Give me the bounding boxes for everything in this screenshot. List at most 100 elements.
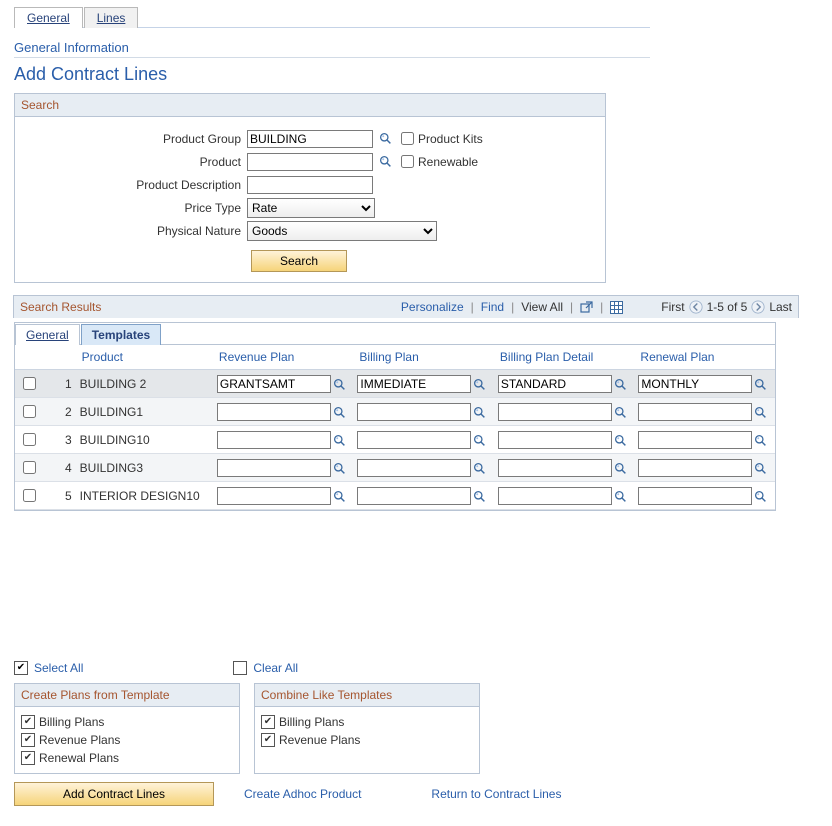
product-description-input[interactable]: [247, 176, 373, 194]
col-revenue-plan[interactable]: Revenue Plan: [213, 345, 354, 370]
row-checkbox[interactable]: [23, 405, 36, 418]
col-product[interactable]: Product: [76, 345, 213, 370]
combine-revenue-checkbox[interactable]: ✔: [261, 733, 275, 747]
billing-plan-detail-input[interactable]: [498, 459, 612, 477]
magnifier-icon[interactable]: [754, 406, 767, 419]
billing-plan-detail-input[interactable]: [498, 375, 612, 393]
table-row: 5INTERIOR DESIGN10: [15, 482, 775, 510]
revenue-plan-input[interactable]: [217, 431, 331, 449]
add-contract-lines-button[interactable]: Add Contract Lines: [14, 782, 214, 806]
magnifier-icon[interactable]: [379, 155, 392, 168]
billing-plan-input[interactable]: [357, 487, 471, 505]
renewable-checkbox[interactable]: [401, 155, 414, 168]
col-billing-plan[interactable]: Billing Plan: [353, 345, 494, 370]
renewal-plans-label: Renewal Plans: [39, 751, 119, 765]
magnifier-icon[interactable]: [473, 462, 486, 475]
magnifier-icon[interactable]: [333, 378, 346, 391]
magnifier-icon[interactable]: [614, 434, 627, 447]
row-number: 3: [46, 426, 76, 454]
billing-plans-label: Billing Plans: [39, 715, 104, 729]
find-link[interactable]: Find: [481, 300, 504, 314]
magnifier-icon[interactable]: [754, 378, 767, 391]
search-button[interactable]: Search: [251, 250, 347, 272]
results-sub-tabs: General Templates: [15, 323, 775, 345]
col-billing-plan-detail[interactable]: Billing Plan Detail: [494, 345, 635, 370]
billing-plan-input[interactable]: [357, 459, 471, 477]
personalize-link[interactable]: Personalize: [401, 300, 464, 314]
tab-general[interactable]: General: [14, 7, 83, 28]
billing-plan-detail-input[interactable]: [498, 487, 612, 505]
magnifier-icon[interactable]: [473, 378, 486, 391]
physical-nature-label: Physical Nature: [15, 224, 247, 238]
pager-last[interactable]: Last: [769, 300, 792, 314]
revenue-plan-input[interactable]: [217, 375, 331, 393]
results-header-bar: Search Results Personalize | Find | View…: [13, 295, 799, 318]
magnifier-icon[interactable]: [379, 132, 392, 145]
magnifier-icon[interactable]: [614, 490, 627, 503]
section-title: General Information: [14, 40, 832, 55]
create-adhoc-link[interactable]: Create Adhoc Product: [244, 787, 361, 801]
renewal-plan-input[interactable]: [638, 487, 752, 505]
tab-lines[interactable]: Lines: [84, 7, 139, 28]
revenue-plans-checkbox[interactable]: ✔: [21, 733, 35, 747]
renewal-plan-input[interactable]: [638, 403, 752, 421]
magnifier-icon[interactable]: [333, 490, 346, 503]
physical-nature-select[interactable]: Goods: [247, 221, 437, 241]
subtab-templates[interactable]: Templates: [81, 324, 161, 345]
renewal-plan-input[interactable]: [638, 459, 752, 477]
combine-billing-checkbox[interactable]: ✔: [261, 715, 275, 729]
renewal-plans-checkbox[interactable]: ✔: [21, 751, 35, 765]
billing-plan-input[interactable]: [357, 403, 471, 421]
grid-icon[interactable]: [610, 301, 623, 314]
clear-all-link[interactable]: Clear All: [233, 661, 298, 675]
renewal-plan-input[interactable]: [638, 431, 752, 449]
magnifier-icon[interactable]: [754, 434, 767, 447]
revenue-plan-input[interactable]: [217, 487, 331, 505]
product-group-input[interactable]: [247, 130, 373, 148]
pager-first[interactable]: First: [661, 300, 684, 314]
magnifier-icon[interactable]: [473, 406, 486, 419]
row-checkbox[interactable]: [23, 489, 36, 502]
magnifier-icon[interactable]: [614, 378, 627, 391]
row-checkbox[interactable]: [23, 377, 36, 390]
magnifier-icon[interactable]: [754, 490, 767, 503]
magnifier-icon[interactable]: [614, 462, 627, 475]
magnifier-icon[interactable]: [473, 434, 486, 447]
product-input[interactable]: [247, 153, 373, 171]
row-checkbox[interactable]: [23, 433, 36, 446]
magnifier-icon[interactable]: [614, 406, 627, 419]
col-renewal-plan[interactable]: Renewal Plan: [634, 345, 775, 370]
pager-prev-icon[interactable]: [689, 300, 703, 314]
price-type-select[interactable]: Rate: [247, 198, 375, 218]
row-product: BUILDING 2: [76, 370, 213, 398]
magnifier-icon[interactable]: [473, 490, 486, 503]
popout-icon[interactable]: [580, 301, 593, 314]
results-group: General Templates Product Revenue Plan B…: [14, 322, 776, 511]
revenue-plan-input[interactable]: [217, 403, 331, 421]
pager-next-icon[interactable]: [751, 300, 765, 314]
return-link[interactable]: Return to Contract Lines: [431, 787, 561, 801]
magnifier-icon[interactable]: [333, 434, 346, 447]
select-all-link[interactable]: ✔ Select All: [14, 661, 83, 675]
table-row: 3BUILDING10: [15, 426, 775, 454]
view-all-link[interactable]: View All: [521, 300, 563, 314]
row-number: 2: [46, 398, 76, 426]
row-number: 1: [46, 370, 76, 398]
product-kits-checkbox[interactable]: [401, 132, 414, 145]
billing-plan-detail-input[interactable]: [498, 403, 612, 421]
results-title: Search Results: [20, 300, 101, 314]
magnifier-icon[interactable]: [333, 462, 346, 475]
renewal-plan-input[interactable]: [638, 375, 752, 393]
magnifier-icon[interactable]: [333, 406, 346, 419]
subtab-general[interactable]: General: [15, 324, 80, 345]
create-plans-group: Create Plans from Template ✔Billing Plan…: [14, 683, 240, 774]
billing-plans-checkbox[interactable]: ✔: [21, 715, 35, 729]
billing-plan-detail-input[interactable]: [498, 431, 612, 449]
table-row: 4BUILDING3: [15, 454, 775, 482]
billing-plan-input[interactable]: [357, 375, 471, 393]
revenue-plan-input[interactable]: [217, 459, 331, 477]
magnifier-icon[interactable]: [754, 462, 767, 475]
renewable-label: Renewable: [418, 155, 478, 169]
row-checkbox[interactable]: [23, 461, 36, 474]
billing-plan-input[interactable]: [357, 431, 471, 449]
